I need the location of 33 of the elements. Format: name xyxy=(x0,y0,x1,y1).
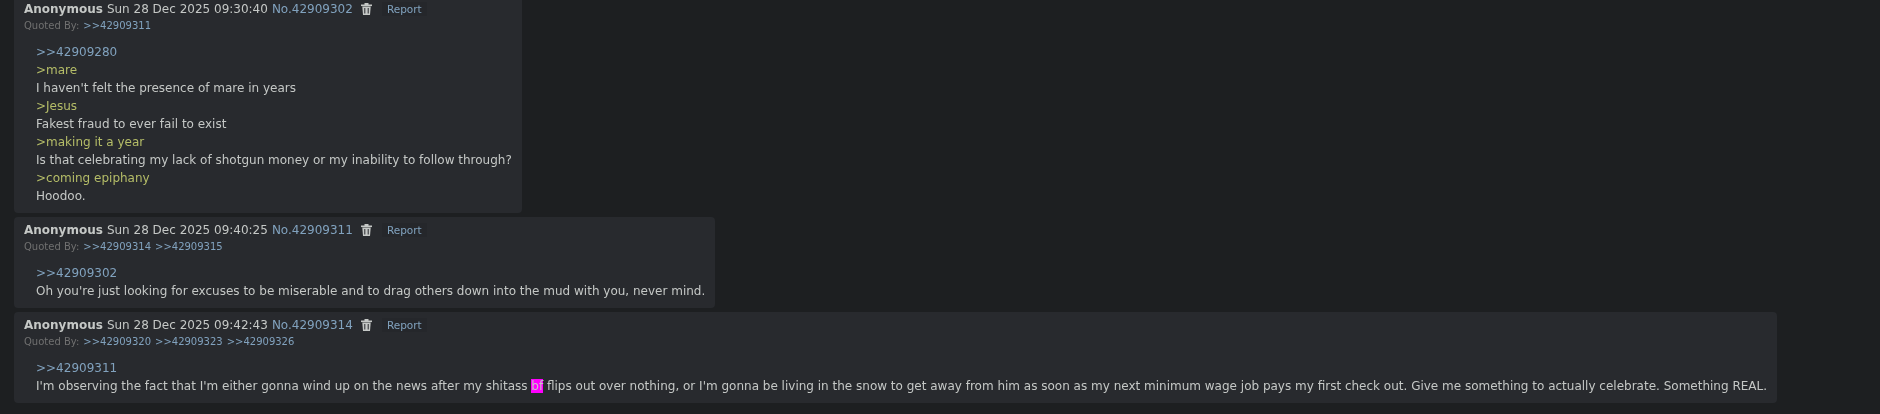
post-text: Oh you're just looking for excuses to be miserable and to drag others down into the mud with you, never mind. xyxy=(36,283,706,300)
quoted-by-label: Quoted By: xyxy=(24,335,80,347)
post-date: Sun 28 Dec 2025 09:42:43 xyxy=(106,317,268,332)
quote-link[interactable]: >>42909311 xyxy=(36,359,1768,377)
backlink[interactable]: >>42909311 xyxy=(83,19,151,31)
post-text: Fakest fraud to ever fail to exist xyxy=(36,116,228,133)
poster-name: Anonymous xyxy=(24,222,103,237)
greentext-line: >coming epiphany xyxy=(36,170,151,187)
backlink[interactable]: >>42909326 xyxy=(226,335,295,347)
trash-icon[interactable] xyxy=(360,223,372,236)
post-number-link[interactable]: No.42909314 xyxy=(271,317,353,332)
post-number-link[interactable]: No.42909311 xyxy=(271,222,353,237)
backlink[interactable]: >>42909315 xyxy=(155,240,223,252)
quote-link[interactable]: >>42909302 xyxy=(36,264,706,282)
greentext-line: >Jesus xyxy=(36,98,79,115)
post-text: Is that celebrating my lack of shotgun money or my inability to follow through? xyxy=(36,152,512,169)
quoted-by-label: Quoted By: xyxy=(24,19,80,31)
post-text: I haven't felt the presence of mare in years xyxy=(36,80,297,97)
poster-name: Anonymous xyxy=(24,317,103,332)
backlink[interactable]: >>42909314 xyxy=(83,240,151,252)
post-date: Sun 28 Dec 2025 09:30:40 xyxy=(106,1,268,16)
backlink[interactable]: >>42909320 xyxy=(83,335,151,347)
post-number-link[interactable]: No.42909302 xyxy=(271,1,353,16)
quoted-by-label: Quoted By: xyxy=(24,240,80,252)
post-text: Hoodoo. xyxy=(36,188,87,205)
poster-name: Anonymous xyxy=(24,1,103,16)
trash-icon[interactable] xyxy=(360,2,372,15)
greentext-line: >mare xyxy=(36,62,79,79)
greentext-line: >making it a year xyxy=(36,134,146,151)
post-date: Sun 28 Dec 2025 09:40:25 xyxy=(106,222,268,237)
quote-link[interactable]: >>42909280 xyxy=(36,43,512,61)
backlink[interactable]: >>42909323 xyxy=(155,335,223,347)
trash-icon[interactable] xyxy=(360,318,372,331)
